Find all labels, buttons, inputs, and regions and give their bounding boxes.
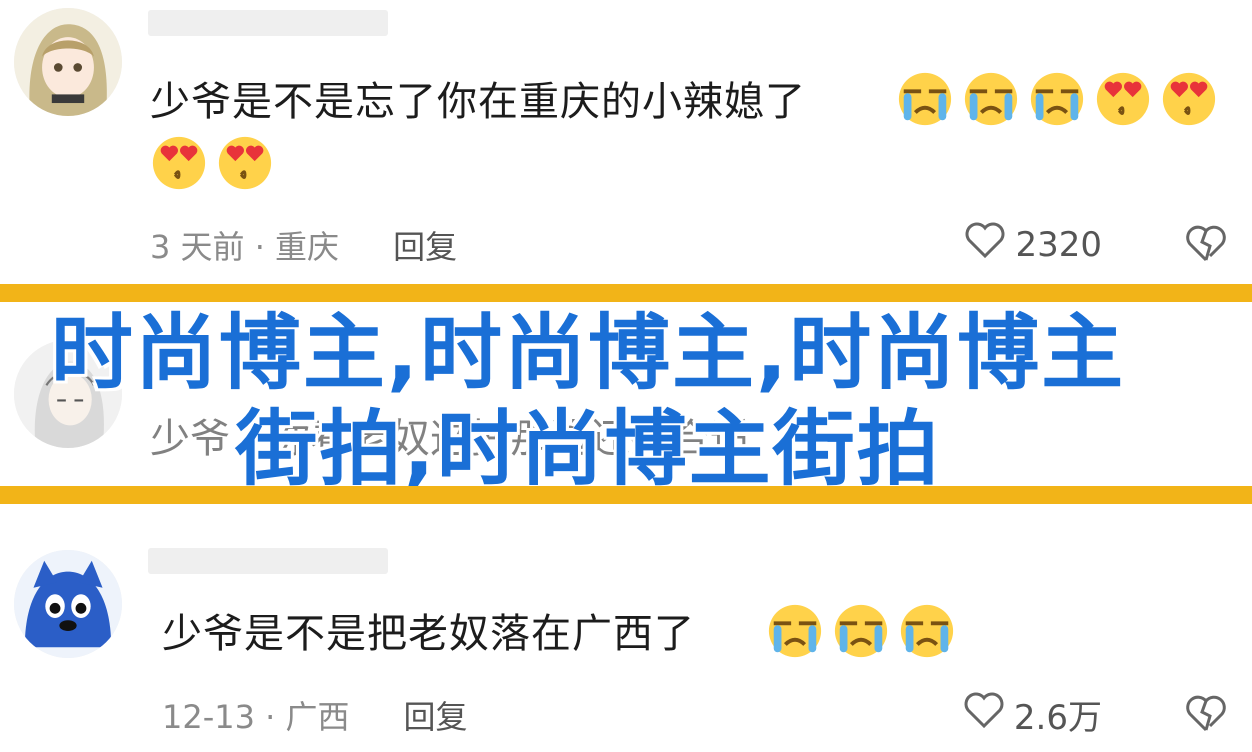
like-count: 2.6万: [1013, 698, 1102, 738]
heart-eyes-face-icon: [150, 134, 208, 192]
crying-face-icon: [962, 70, 1020, 128]
avatar[interactable]: [14, 550, 122, 658]
heart-eyes-face-icon: [1160, 70, 1218, 128]
heart-eyes-face-icon: [216, 134, 274, 192]
banner-title: 时尚博主,时尚博主,时尚博主街拍,时尚博主街拍: [50, 306, 1126, 497]
like-count: 2320: [1015, 224, 1102, 265]
dislike-button[interactable]: [1184, 222, 1228, 268]
reply-button[interactable]: 回复: [393, 228, 457, 266]
like-button[interactable]: 2320: [963, 220, 1102, 269]
crying-face-icon: [896, 70, 954, 128]
comment-text: 少爷是不是把老奴落在广西了: [162, 611, 695, 657]
comment-meta: 12-13 · 广西 回复: [162, 692, 468, 738]
time-location: 3 天前 · 重庆: [150, 228, 340, 266]
crying-face-icon: [898, 602, 956, 660]
emoji-row-2: [150, 134, 282, 201]
crying-face-icon: [1028, 70, 1086, 128]
heart-outline-icon: [963, 220, 1007, 269]
banner-bar-bottom: [0, 486, 1252, 504]
broken-heart-icon: [1184, 225, 1228, 268]
emoji-row: [896, 70, 1226, 137]
emoji-row: [766, 602, 964, 669]
broken-heart-icon: [1184, 695, 1228, 738]
title-banner: 时尚博主,时尚博主,时尚博主街拍,时尚博主街拍: [0, 284, 1252, 504]
time-location: 12-13 · 广西: [162, 698, 350, 736]
reply-button[interactable]: 回复: [404, 698, 468, 736]
like-button[interactable]: 2.6万: [962, 690, 1102, 739]
username: [148, 10, 388, 36]
comment-text: 少爷是不是忘了你在重庆的小辣媳了: [150, 79, 806, 125]
crying-face-icon: [766, 602, 824, 660]
username: [148, 548, 388, 574]
heart-eyes-face-icon: [1094, 70, 1152, 128]
banner-bar-top: [0, 284, 1252, 302]
comment-meta: 3 天前 · 重庆 回复: [150, 222, 457, 268]
heart-outline-icon: [962, 690, 1006, 739]
crying-face-icon: [832, 602, 890, 660]
dislike-button[interactable]: [1184, 692, 1228, 738]
avatar[interactable]: [14, 8, 122, 116]
